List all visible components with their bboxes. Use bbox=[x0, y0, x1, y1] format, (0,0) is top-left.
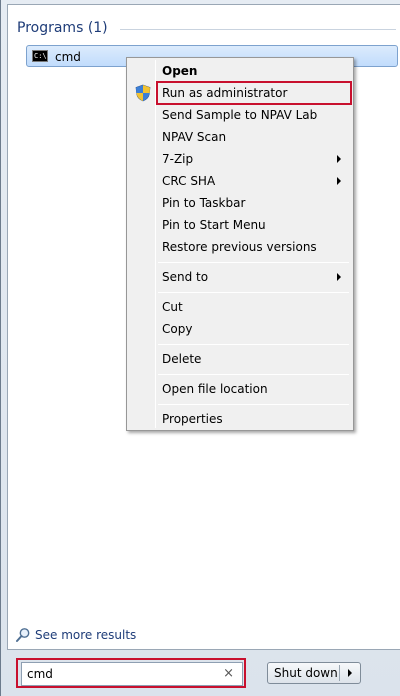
menu-item-restore-previous-versions[interactable]: Restore previous versions bbox=[129, 236, 351, 258]
submenu-arrow-icon bbox=[337, 155, 341, 163]
menu-item-open[interactable]: Open bbox=[129, 60, 351, 82]
menu-separator bbox=[158, 292, 349, 293]
start-menu: Programs (1) C:\ cmd Open Run as adminis… bbox=[0, 0, 400, 696]
section-title: Programs (1) bbox=[17, 20, 108, 36]
menu-item-label: Copy bbox=[162, 322, 193, 336]
shutdown-divider bbox=[339, 665, 340, 681]
context-menu: Open Run as administrator Send Sample to… bbox=[126, 57, 354, 431]
menu-item-label: Cut bbox=[162, 300, 183, 314]
menu-separator bbox=[158, 262, 349, 263]
menu-item-npav-scan[interactable]: NPAV Scan bbox=[129, 126, 351, 148]
submenu-arrow-icon bbox=[337, 273, 341, 281]
menu-item-label: Restore previous versions bbox=[162, 240, 317, 254]
menu-item-label: Pin to Start Menu bbox=[162, 218, 266, 232]
cmd-icon: C:\ bbox=[32, 50, 48, 62]
menu-item-open-file-location[interactable]: Open file location bbox=[129, 378, 351, 400]
menu-item-send-to[interactable]: Send to bbox=[129, 266, 351, 288]
menu-item-properties[interactable]: Properties bbox=[129, 408, 351, 430]
menu-item-pin-to-start-menu[interactable]: Pin to Start Menu bbox=[129, 214, 351, 236]
magnifier-icon bbox=[16, 628, 30, 642]
menu-item-label: CRC SHA bbox=[162, 174, 216, 188]
menu-item-label: Send to bbox=[162, 270, 209, 284]
menu-item-send-sample-npav[interactable]: Send Sample to NPAV Lab bbox=[129, 104, 351, 126]
result-item-label: cmd bbox=[55, 50, 81, 64]
menu-item-label: Open file location bbox=[162, 382, 268, 396]
shutdown-button[interactable]: Shut down bbox=[267, 662, 361, 684]
menu-item-7zip[interactable]: 7-Zip bbox=[129, 148, 351, 170]
uac-shield-icon bbox=[135, 84, 151, 102]
menu-item-cut[interactable]: Cut bbox=[129, 296, 351, 318]
menu-item-label: Open bbox=[162, 64, 198, 78]
menu-item-pin-to-taskbar[interactable]: Pin to Taskbar bbox=[129, 192, 351, 214]
menu-item-delete[interactable]: Delete bbox=[129, 348, 351, 370]
menu-separator bbox=[158, 344, 349, 345]
annotation-highlight-search bbox=[16, 658, 246, 688]
menu-item-label: Send Sample to NPAV Lab bbox=[162, 108, 318, 122]
menu-separator bbox=[158, 404, 349, 405]
menu-item-crc-sha[interactable]: CRC SHA bbox=[129, 170, 351, 192]
menu-separator bbox=[158, 374, 349, 375]
menu-item-label: 7-Zip bbox=[162, 152, 194, 166]
annotation-highlight-run-as-admin bbox=[156, 81, 352, 105]
menu-item-label: NPAV Scan bbox=[162, 130, 227, 144]
menu-item-label: Pin to Taskbar bbox=[162, 196, 246, 210]
shutdown-options-arrow-icon[interactable] bbox=[348, 669, 352, 677]
menu-item-label: Properties bbox=[162, 412, 223, 426]
menu-item-label: Delete bbox=[162, 352, 202, 366]
menu-item-copy[interactable]: Copy bbox=[129, 318, 351, 340]
section-divider bbox=[120, 29, 396, 30]
see-more-label: See more results bbox=[35, 628, 137, 642]
shutdown-label: Shut down bbox=[274, 666, 338, 680]
submenu-arrow-icon bbox=[337, 177, 341, 185]
